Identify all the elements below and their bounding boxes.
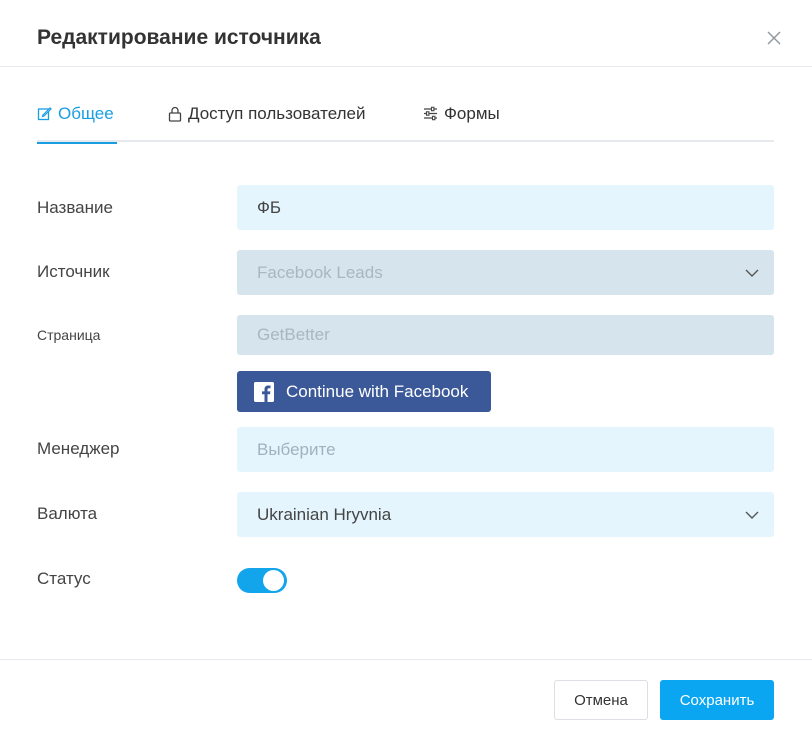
name-input[interactable]: ФБ (237, 185, 774, 230)
tab-forms[interactable]: Формы (423, 104, 500, 142)
dialog-header: Редактирование источника (0, 0, 812, 67)
status-toggle[interactable] (237, 568, 287, 593)
name-input-value: ФБ (257, 197, 282, 217)
tab-forms-label: Формы (444, 104, 500, 123)
chevron-down-icon (745, 511, 759, 519)
currency-label: Валюта (37, 504, 98, 523)
tab-general[interactable]: Общее (37, 104, 117, 144)
tab-general-label: Общее (58, 104, 114, 123)
tab-user-access[interactable]: Доступ пользователей (168, 104, 365, 142)
tab-bar: Общее Доступ пользователей Формы (37, 100, 774, 144)
edit-icon (37, 107, 52, 121)
page-label: Страница (37, 327, 101, 343)
status-label: Статус (37, 569, 91, 588)
edit-source-dialog: Редактирование источника Общее Доступ по… (0, 0, 812, 734)
page-input-value: GetBetter (257, 325, 330, 344)
source-label: Источник (37, 262, 110, 281)
chevron-down-icon (745, 269, 759, 277)
dialog-title: Редактирование источника (37, 26, 321, 49)
facebook-button-label: Continue with Facebook (286, 381, 469, 401)
name-label: Название (37, 198, 113, 217)
currency-select[interactable]: Ukrainian Hryvnia (237, 492, 774, 537)
cancel-button[interactable]: Отмена (554, 680, 648, 720)
source-select-value: Facebook Leads (257, 262, 383, 282)
currency-select-value: Ukrainian Hryvnia (257, 504, 392, 524)
toggle-knob (263, 570, 284, 591)
save-button[interactable]: Сохранить (660, 680, 774, 720)
source-select[interactable]: Facebook Leads (237, 250, 774, 295)
manager-label: Менеджер (37, 439, 120, 458)
continue-with-facebook-button[interactable]: Continue with Facebook (237, 371, 491, 412)
page-input[interactable]: GetBetter (237, 315, 774, 355)
sliders-icon (424, 106, 437, 121)
dialog-footer: Отмена Сохранить (0, 659, 812, 734)
manager-placeholder: Выберите (257, 439, 336, 459)
tab-user-access-label: Доступ пользователей (188, 104, 366, 123)
manager-select[interactable]: Выберите (237, 427, 774, 472)
close-icon[interactable] (766, 30, 786, 50)
lock-icon (168, 106, 182, 122)
facebook-icon (254, 381, 274, 402)
